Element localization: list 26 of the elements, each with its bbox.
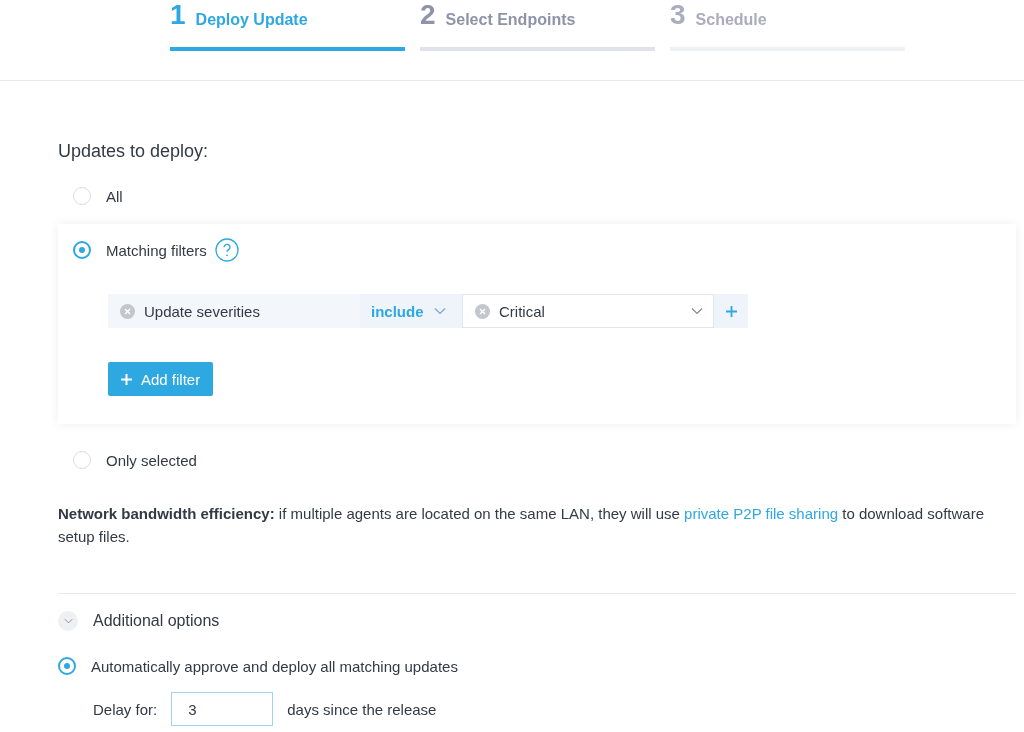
radio-label[interactable]: Automatically approve and deploy all matching updates (91, 657, 458, 675)
chevron-down-icon (433, 307, 446, 315)
remove-icon[interactable] (120, 303, 135, 319)
plus-icon (121, 373, 132, 385)
help-icon[interactable] (214, 238, 239, 262)
delay-label: Delay for: (93, 700, 158, 718)
radio-button[interactable] (58, 657, 76, 675)
add-value-button[interactable] (714, 294, 748, 328)
filter-field-label: Update severities (144, 302, 260, 320)
bandwidth-note: Network bandwidth efficiency: if multiple agents are located on the same LAN, they will use private P2P file sharing to download software setup files. (58, 504, 985, 547)
radio-button[interactable] (73, 241, 91, 259)
radio-label[interactable]: Only selected (106, 451, 197, 469)
radio-label[interactable]: All (106, 187, 123, 205)
remove-icon[interactable] (475, 303, 490, 319)
delay-input-field[interactable]: 3 (171, 692, 274, 726)
value-tag: Critical (499, 302, 682, 320)
value-dropdown[interactable]: Critical (462, 294, 714, 328)
delay-suffix: days since the release (287, 700, 437, 718)
collapse-toggle[interactable] (58, 611, 78, 631)
section-title: Additional options (93, 612, 220, 630)
filter-field-chip[interactable]: Update severities (108, 294, 360, 328)
plus-icon (725, 305, 737, 317)
chevron-down-icon[interactable] (691, 307, 703, 315)
radio-label[interactable]: Matching filters (106, 241, 207, 259)
chevron-down-icon (63, 618, 73, 624)
section-heading: Updates to deploy: (58, 141, 210, 162)
